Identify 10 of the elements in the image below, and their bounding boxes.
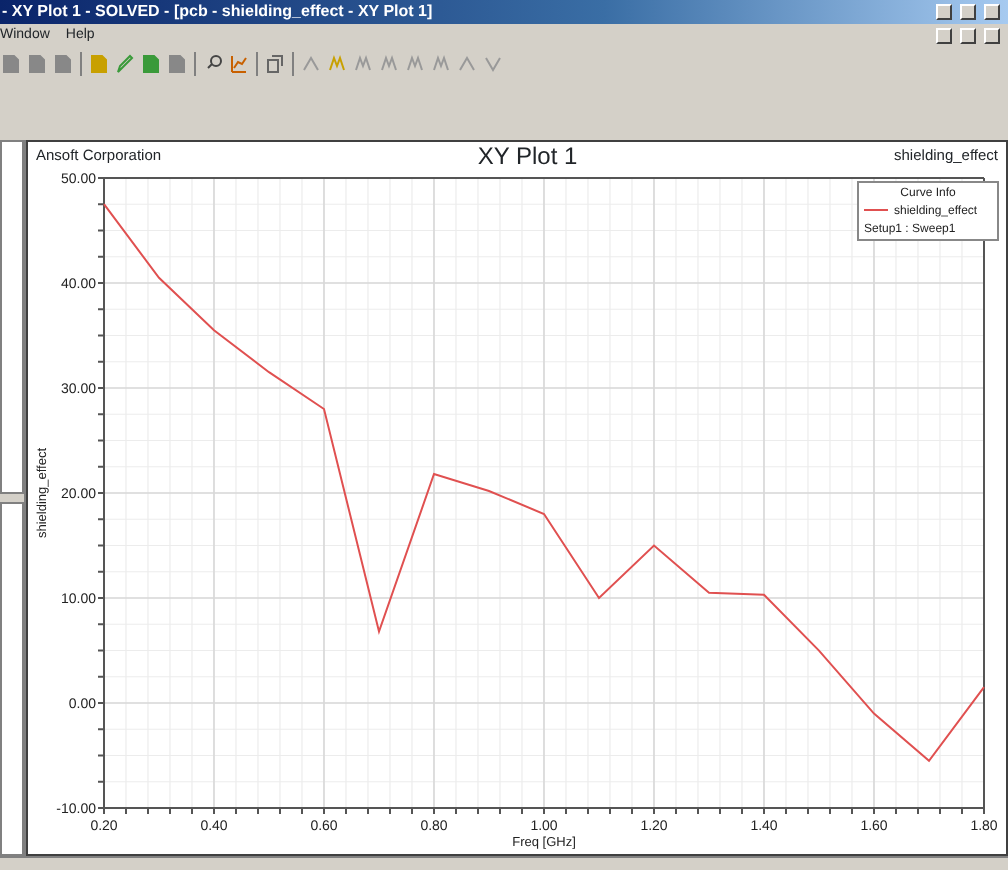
plot-title: XY Plot 1 <box>477 142 578 170</box>
legend-box <box>857 181 999 241</box>
peak-icon[interactable] <box>458 54 476 74</box>
pencil-icon[interactable] <box>116 54 134 74</box>
window-title: - XY Plot 1 - SOLVED - [pcb - shielding_effect - XY Plot 1] <box>2 0 433 24</box>
chart-icon[interactable] <box>230 54 248 74</box>
window-icon[interactable] <box>266 54 284 74</box>
search-icon[interactable] <box>204 54 222 74</box>
peak-icon[interactable] <box>302 54 320 74</box>
valley-icon[interactable] <box>484 54 502 74</box>
